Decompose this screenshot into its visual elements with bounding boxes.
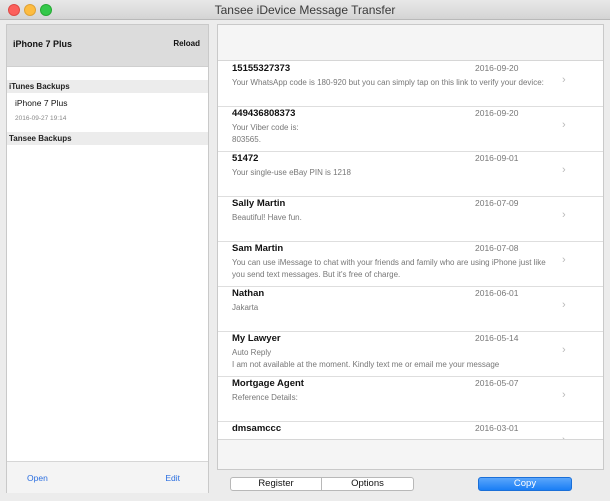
message-row[interactable]: Mortgage Agent 2016-05-07 Reference Detail… bbox=[218, 377, 603, 422]
chevron-right-icon[interactable]: › bbox=[562, 74, 566, 86]
message-date: 2016-07-09 bbox=[475, 198, 519, 208]
chevron-right-icon[interactable]: › bbox=[562, 164, 566, 176]
window-title: Tansee iDevice Message Transfer bbox=[214, 3, 396, 17]
edit-button[interactable]: Edit bbox=[165, 473, 180, 483]
copy-button[interactable]: Copy bbox=[478, 477, 572, 491]
chevron-right-icon[interactable]: › bbox=[562, 389, 566, 401]
options-button[interactable]: Options bbox=[322, 477, 414, 491]
open-button[interactable]: Open bbox=[27, 473, 48, 483]
message-row[interactable]: Nathan 2016-06-01 Jakarta › bbox=[218, 287, 603, 332]
message-sender: My Lawyer bbox=[232, 333, 281, 344]
message-date: 2016-03-01 bbox=[475, 423, 519, 433]
message-sender: Mortgage Agent bbox=[232, 378, 304, 389]
chevron-right-icon[interactable]: › bbox=[562, 209, 566, 221]
message-sender: 15155327373 bbox=[232, 63, 291, 74]
message-date: 2016-09-20 bbox=[475, 108, 519, 118]
message-preview: Your single-use eBay PIN is 1218 bbox=[232, 168, 351, 177]
device-name: iPhone 7 Plus bbox=[13, 39, 73, 49]
chevron-right-icon[interactable]: › bbox=[562, 119, 566, 131]
chevron-right-icon[interactable]: › bbox=[562, 299, 566, 311]
message-date: 2016-05-07 bbox=[475, 378, 519, 388]
itunes-backups-header: iTunes Backups bbox=[7, 80, 208, 93]
message-row[interactable]: Sally Martin 2016-07-09 Beautiful! Have fu… bbox=[218, 197, 603, 242]
message-preview: You can use iMessage to chat with your f… bbox=[232, 258, 546, 279]
message-preview: Auto Reply I am not available at the mom… bbox=[232, 348, 500, 369]
message-row[interactable]: 15155327373 2016-09-20 Your WhatsApp code … bbox=[218, 62, 603, 107]
message-sender: Sally Martin bbox=[232, 198, 286, 209]
register-button[interactable]: Register bbox=[230, 477, 322, 491]
message-row[interactable]: 449436808373 2016-09-20 Your Viber code is… bbox=[218, 107, 603, 152]
message-sender: 51472 bbox=[232, 153, 259, 164]
message-pane-header bbox=[218, 25, 603, 61]
message-preview: Your Viber code is: 803565. bbox=[232, 123, 299, 144]
message-sender: Sam Martin bbox=[232, 243, 284, 254]
message-preview: Beautiful! Have fun. bbox=[232, 213, 302, 222]
chevron-right-icon[interactable]: › bbox=[562, 254, 566, 266]
message-preview: Your WhatsApp code is 180-920 but you ca… bbox=[232, 78, 544, 87]
message-date: 2016-07-08 bbox=[475, 243, 519, 253]
message-date: 2016-09-20 bbox=[475, 63, 519, 73]
message-pane-footer bbox=[218, 439, 603, 469]
tansee-backups-header: Tansee Backups bbox=[7, 132, 208, 145]
message-sender: Nathan bbox=[232, 288, 265, 299]
title-bar: Tansee iDevice Message Transfer bbox=[0, 0, 610, 20]
message-row[interactable]: 51472 2016-09-01 Your single-use eBay PIN … bbox=[218, 152, 603, 197]
message-sender: dmsamccc bbox=[232, 423, 282, 434]
message-pane: 15155327373 2016-09-20 Your WhatsApp code … bbox=[217, 24, 604, 470]
chevron-right-icon[interactable]: › bbox=[562, 344, 566, 356]
message-preview: Reference Details: bbox=[232, 393, 298, 402]
message-preview: Jakarta bbox=[232, 303, 259, 312]
message-list[interactable]: 15155327373 2016-09-20 Your WhatsApp code … bbox=[218, 62, 603, 439]
message-row[interactable]: Sam Martin 2016-07-08 You can use iMessage… bbox=[218, 242, 603, 287]
reload-button[interactable]: Reload bbox=[173, 39, 200, 48]
device-header[interactable]: iPhone 7 Plus Reload bbox=[7, 25, 208, 67]
sidebar-footer: Open Edit bbox=[7, 461, 208, 493]
backup-name: iPhone 7 Plus bbox=[15, 98, 68, 108]
backup-date: 2016-09-27 19:14 bbox=[15, 115, 67, 122]
itunes-backup-item[interactable]: iPhone 7 Plus 2016-09-27 19:14 bbox=[7, 93, 208, 132]
message-date: 2016-06-01 bbox=[475, 288, 519, 298]
message-date: 2016-09-01 bbox=[475, 153, 519, 163]
message-date: 2016-05-14 bbox=[475, 333, 519, 343]
message-row[interactable]: dmsamccc2016-03-01› bbox=[218, 422, 603, 439]
message-sender: 449436808373 bbox=[232, 108, 296, 119]
backup-sidebar: iPhone 7 Plus Reload iTunes Backups iPho… bbox=[6, 24, 209, 493]
message-row[interactable]: My Lawyer 2016-05-14 Auto Reply I am not a… bbox=[218, 332, 603, 377]
